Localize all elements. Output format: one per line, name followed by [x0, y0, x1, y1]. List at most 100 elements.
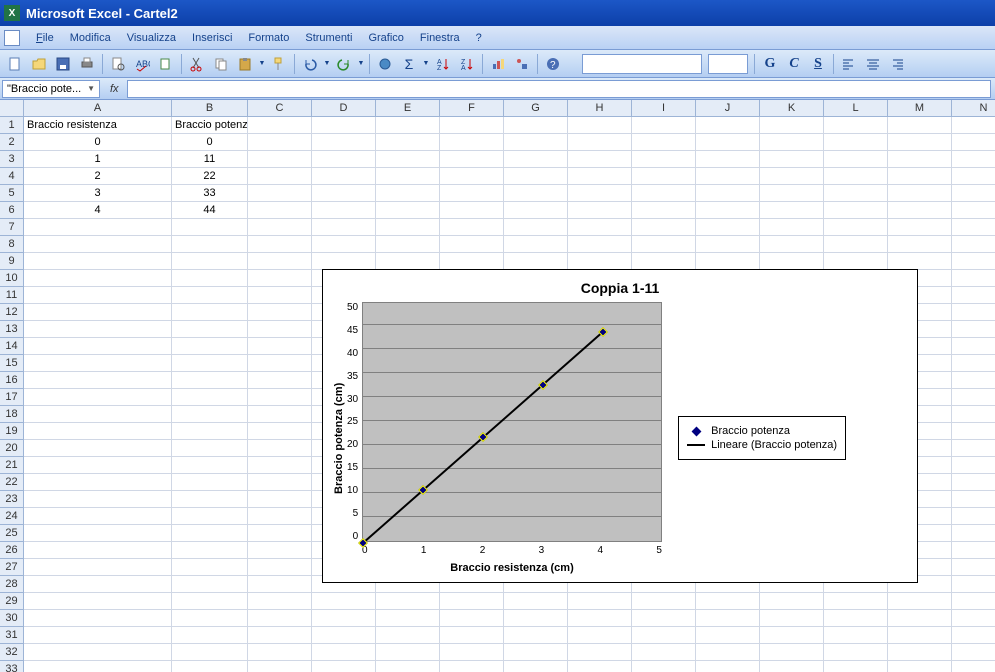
cell[interactable]: [824, 627, 888, 644]
cell[interactable]: [504, 151, 568, 168]
cell[interactable]: [568, 168, 632, 185]
print-icon[interactable]: [76, 53, 98, 75]
cell[interactable]: [696, 185, 760, 202]
cell[interactable]: [952, 525, 995, 542]
cell[interactable]: [24, 457, 172, 474]
undo-icon[interactable]: [299, 53, 321, 75]
cell[interactable]: [952, 406, 995, 423]
cell[interactable]: [952, 117, 995, 134]
column-header[interactable]: H: [568, 100, 632, 117]
cell[interactable]: [760, 168, 824, 185]
cell[interactable]: [172, 304, 248, 321]
cell[interactable]: [568, 219, 632, 236]
cell[interactable]: [24, 644, 172, 661]
cell[interactable]: [376, 236, 440, 253]
cell[interactable]: [312, 134, 376, 151]
cell[interactable]: [952, 644, 995, 661]
row-header[interactable]: 31: [0, 627, 24, 644]
font-size-select[interactable]: [708, 54, 748, 74]
row-header[interactable]: 30: [0, 610, 24, 627]
cell[interactable]: [504, 202, 568, 219]
cell[interactable]: [24, 304, 172, 321]
cell[interactable]: [888, 134, 952, 151]
column-header[interactable]: G: [504, 100, 568, 117]
cell[interactable]: [824, 117, 888, 134]
cell[interactable]: [504, 610, 568, 627]
spellcheck-icon[interactable]: ABC: [131, 53, 153, 75]
legend-item-trendline[interactable]: Lineare (Braccio potenza): [687, 439, 837, 451]
cell[interactable]: [760, 151, 824, 168]
cell[interactable]: [632, 151, 696, 168]
cell[interactable]: 3: [24, 185, 172, 202]
cell[interactable]: [248, 151, 312, 168]
formula-input[interactable]: [127, 80, 991, 98]
cell[interactable]: [952, 304, 995, 321]
cell[interactable]: [632, 253, 696, 270]
paste-dropdown[interactable]: ▼: [258, 60, 266, 67]
cell[interactable]: [172, 423, 248, 440]
cell[interactable]: [376, 593, 440, 610]
cell[interactable]: [172, 644, 248, 661]
cell[interactable]: [568, 185, 632, 202]
cell[interactable]: [568, 202, 632, 219]
cell[interactable]: [24, 287, 172, 304]
drawing-icon[interactable]: [511, 53, 533, 75]
row-header[interactable]: 14: [0, 338, 24, 355]
cell[interactable]: [440, 168, 504, 185]
cell[interactable]: [888, 236, 952, 253]
cell[interactable]: [24, 491, 172, 508]
cell[interactable]: [696, 202, 760, 219]
cell[interactable]: [376, 117, 440, 134]
cell[interactable]: [248, 525, 312, 542]
cell[interactable]: [952, 389, 995, 406]
cell[interactable]: [504, 219, 568, 236]
cell[interactable]: [952, 661, 995, 672]
cell[interactable]: [248, 338, 312, 355]
cell[interactable]: [568, 610, 632, 627]
cell[interactable]: [632, 168, 696, 185]
cell[interactable]: [504, 627, 568, 644]
cell[interactable]: [248, 593, 312, 610]
cell[interactable]: 2: [24, 168, 172, 185]
cell[interactable]: [24, 610, 172, 627]
menu-help[interactable]: ?: [468, 30, 490, 46]
plot-area[interactable]: [362, 302, 662, 542]
cell[interactable]: [248, 372, 312, 389]
column-header[interactable]: C: [248, 100, 312, 117]
cell[interactable]: [696, 610, 760, 627]
cell[interactable]: [504, 253, 568, 270]
row-header[interactable]: 33: [0, 661, 24, 672]
cell[interactable]: [888, 185, 952, 202]
cell[interactable]: [824, 253, 888, 270]
cell[interactable]: [504, 134, 568, 151]
cell[interactable]: [952, 219, 995, 236]
cell[interactable]: [440, 627, 504, 644]
cell[interactable]: [172, 338, 248, 355]
cell[interactable]: [824, 236, 888, 253]
cell[interactable]: [952, 287, 995, 304]
cell[interactable]: [312, 219, 376, 236]
row-header[interactable]: 5: [0, 185, 24, 202]
cell[interactable]: [504, 117, 568, 134]
cell[interactable]: [568, 661, 632, 672]
menu-view[interactable]: Visualizza: [119, 30, 184, 46]
cell[interactable]: [568, 253, 632, 270]
cell[interactable]: [824, 219, 888, 236]
cell[interactable]: [312, 644, 376, 661]
cell[interactable]: [172, 270, 248, 287]
cell[interactable]: [440, 236, 504, 253]
cell[interactable]: [24, 270, 172, 287]
cut-icon[interactable]: [186, 53, 208, 75]
cell[interactable]: [568, 644, 632, 661]
row-header[interactable]: 12: [0, 304, 24, 321]
row-header[interactable]: 11: [0, 287, 24, 304]
cell[interactable]: [24, 406, 172, 423]
autosum-dropdown[interactable]: ▼: [422, 60, 430, 67]
menu-edit[interactable]: Modifica: [62, 30, 119, 46]
cell[interactable]: [248, 491, 312, 508]
row-header[interactable]: 4: [0, 168, 24, 185]
cell[interactable]: [888, 627, 952, 644]
cell[interactable]: [248, 542, 312, 559]
column-header[interactable]: B: [172, 100, 248, 117]
row-header[interactable]: 25: [0, 525, 24, 542]
